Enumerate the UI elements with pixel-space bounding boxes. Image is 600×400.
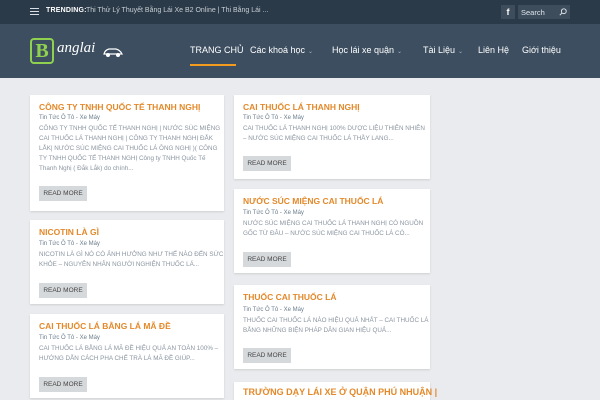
post-title[interactable]: Cai thuốc lá bằng lá mã đề xyxy=(39,321,171,331)
nav-courses[interactable]: Các khoá học ⌄ xyxy=(250,45,313,55)
post-card: Thuốc cai thuốc lá Tin Tức Ô Tô - Xe Máy… xyxy=(234,285,430,369)
excerpt-line: NƯỚC SÚC MIỆNG CAI THUỐC LÁ THANH NGHỊ C… xyxy=(243,220,424,227)
nav-home-label: Trang chủ xyxy=(190,45,244,55)
excerpt-line: CÔNG TY TNHH QUỐC TẾ THANH NGHỊ | NƯỚC S… xyxy=(39,125,221,132)
post-card: Nicotin là gì Tin Tức Ô Tô - Xe Máy NICO… xyxy=(30,220,224,304)
read-more-button[interactable]: READ MORE xyxy=(39,186,87,201)
excerpt-line: HƯỚNG DẪN CÁCH PHA CHẾ TRÀ LÁ MÃ ĐỀ GIÚP… xyxy=(39,355,195,362)
trending-label: TRENDING: xyxy=(46,7,87,14)
post-title[interactable]: CÔNG TY TNHH QUỐC TẾ THANH NGHỊ xyxy=(39,102,200,112)
post-meta[interactable]: Tin Tức Ô Tô - Xe Máy xyxy=(39,335,100,341)
post-excerpt: CAI THUỐC LÁ THANH NGHỊ 100% DƯỢC LIỆU T… xyxy=(243,124,425,144)
nav-documents[interactable]: Tài Liệu ⌄ xyxy=(423,45,463,55)
post-meta[interactable]: Tin Tức Ô Tô - Xe Máy xyxy=(39,115,100,121)
search-icon[interactable] xyxy=(559,8,567,16)
post-excerpt: NƯỚC SÚC MIỆNG CAI THUỐC LÁ THANH NGHỊ C… xyxy=(243,219,423,239)
excerpt-line: – NƯỚC SÚC MIỆNG CAI THUỐC LÁ THẦY LANG.… xyxy=(243,135,394,142)
nav-home[interactable]: Trang chủ xyxy=(190,45,244,55)
site-logo[interactable]: B anglai xyxy=(30,38,123,64)
nav-contact-label: Liên Hệ xyxy=(478,45,510,55)
excerpt-line: CAI THUỐC LÁ THANH NGHỊ | CÔNG TY THANH … xyxy=(39,135,213,142)
post-meta[interactable]: Tin Tức Ô Tô - Xe Máy xyxy=(39,241,100,247)
nav-contact[interactable]: Liên Hệ xyxy=(478,45,509,55)
nav-about-label: Giới thiệu xyxy=(522,45,561,55)
logo-text: anglai xyxy=(57,40,96,56)
trending-link[interactable]: Thi Thử Lý Thuyết Bằng Lái Xe B2 Online … xyxy=(86,7,268,14)
post-card: Nước súc miệng cai thuốc lá Tin Tức Ô Tô… xyxy=(234,189,430,273)
post-excerpt: CAI THUỐC LÁ BẰNG LÁ MÃ ĐỀ HIỆU QUẢ AN T… xyxy=(39,344,218,364)
excerpt-line: NICOTIN LÀ GÌ NÓ CÓ ẢNH HƯỞNG NHƯ THẾ NÀ… xyxy=(39,251,224,258)
menu-icon[interactable] xyxy=(30,8,39,15)
excerpt-line: LẮK| NƯỚC SÚC MIỆNG CAI THUỐC LÁ ÔNG NGH… xyxy=(39,145,218,152)
excerpt-line: THUỐC CAI THUỐC LÁ NÀO HIỆU QUẢ NHẤT – C… xyxy=(243,317,429,324)
read-more-button[interactable]: READ MORE xyxy=(39,377,87,392)
facebook-icon[interactable]: f xyxy=(501,5,515,19)
post-excerpt: NICOTIN LÀ GÌ NÓ CÓ ẢNH HƯỞNG NHƯ THẾ NÀ… xyxy=(39,250,223,270)
post-excerpt: CÔNG TY TNHH QUỐC TẾ THANH NGHỊ | NƯỚC S… xyxy=(39,124,220,174)
chevron-down-icon: ⌄ xyxy=(397,49,403,55)
post-title[interactable]: Cai thuốc lá Thanh Nghị xyxy=(243,102,360,112)
excerpt-line: KHỎE – NGUYÊN NHÂN NGƯỜI NGHIỆN THUỐC LÁ… xyxy=(39,261,200,268)
excerpt-line: TY TNHH QUỐC TẾ THANH NGHỊ Công ty TNHH … xyxy=(39,155,206,162)
excerpt-line: Thanh Nghị ( Đắk Lắk) do chính... xyxy=(39,165,134,172)
read-more-button[interactable]: READ MORE xyxy=(243,348,291,363)
nav-districts-label: Học lái xe quận xyxy=(332,45,395,55)
excerpt-line: CAI THUỐC LÁ BẰNG LÁ MÃ ĐỀ HIỆU QUẢ AN T… xyxy=(39,345,219,352)
post-meta[interactable]: Tin Tức Ô Tô - Xe Máy xyxy=(243,307,304,313)
post-card: Cai thuốc lá bằng lá mã đề Tin Tức Ô Tô … xyxy=(30,314,224,398)
post-excerpt: THUỐC CAI THUỐC LÁ NÀO HIỆU QUẢ NHẤT – C… xyxy=(243,316,428,336)
nav-courses-label: Các khoá học xyxy=(250,45,306,55)
post-title[interactable]: Nicotin là gì xyxy=(39,227,99,237)
logo-letter: B xyxy=(30,38,54,64)
nav-districts[interactable]: Học lái xe quận ⌄ xyxy=(332,45,402,55)
chevron-down-icon: ⌄ xyxy=(308,49,314,55)
post-title[interactable]: Trường dạy lái xe ở quận Phú Nhuận | xyxy=(243,387,437,397)
read-more-button[interactable]: READ MORE xyxy=(39,283,87,298)
post-meta[interactable]: Tin Tức Ô Tô - Xe Máy xyxy=(243,115,304,121)
excerpt-line: BẰNG NHỮNG BIỆN PHÁP DÂN GIAN HIỆU QUẢ..… xyxy=(243,327,392,334)
post-title[interactable]: Nước súc miệng cai thuốc lá xyxy=(243,196,383,206)
read-more-button[interactable]: READ MORE xyxy=(243,252,291,267)
post-card: Trường dạy lái xe ở quận Phú Nhuận | xyxy=(234,382,437,400)
post-title[interactable]: Thuốc cai thuốc lá xyxy=(243,292,337,302)
top-bar: TRENDING: Thi Thử Lý Thuyết Bằng Lái Xe … xyxy=(0,0,600,24)
post-meta[interactable]: Tin Tức Ô Tô - Xe Máy xyxy=(243,210,304,216)
search-input[interactable] xyxy=(521,6,557,18)
nav-documents-label: Tài Liệu xyxy=(423,45,456,55)
post-card: Cai thuốc lá Thanh Nghị Tin Tức Ô Tô - X… xyxy=(234,95,430,179)
car-icon xyxy=(103,48,123,57)
post-card: CÔNG TY TNHH QUỐC TẾ THANH NGHỊ Tin Tức … xyxy=(30,95,224,211)
nav-about[interactable]: Giới thiệu xyxy=(522,45,561,55)
read-more-button[interactable]: READ MORE xyxy=(243,156,291,171)
excerpt-line: CAI THUỐC LÁ THANH NGHỊ 100% DƯỢC LIỆU T… xyxy=(243,125,425,132)
chevron-down-icon: ⌄ xyxy=(458,49,464,55)
search-box xyxy=(518,5,570,19)
excerpt-line: GỐC TỪ ĐÂU – NƯỚC SÚC MIỆNG CAI THUỐC LÁ… xyxy=(243,230,410,237)
nav-active-indicator xyxy=(190,64,236,66)
